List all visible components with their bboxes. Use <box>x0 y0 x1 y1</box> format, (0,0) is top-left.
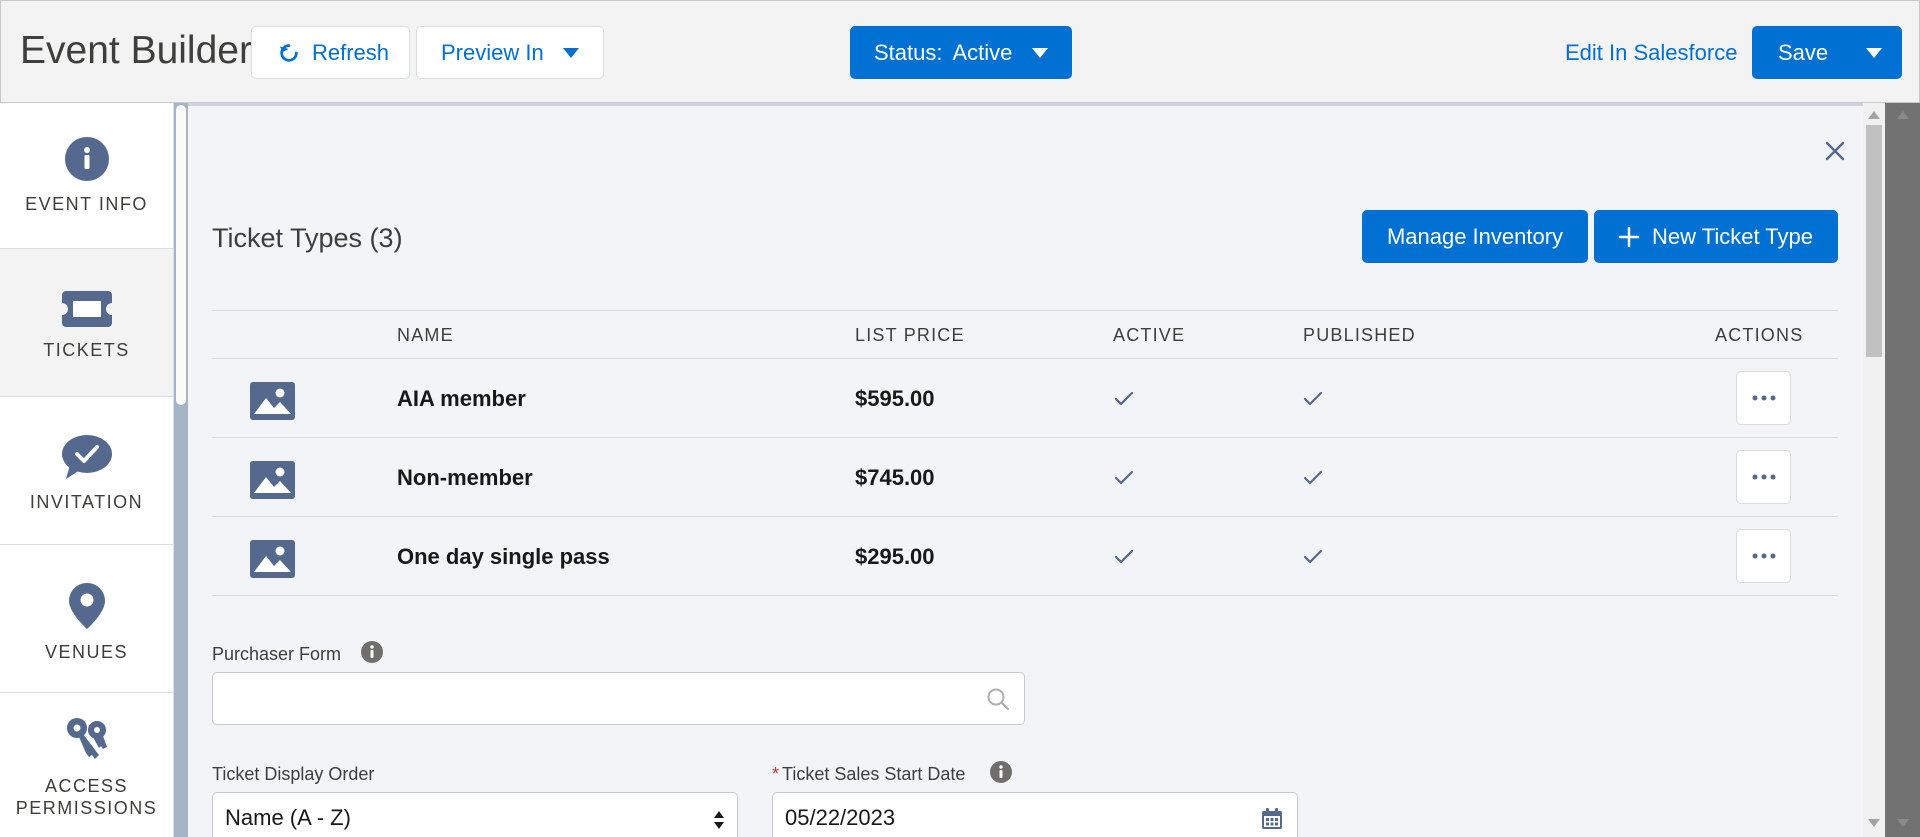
ticket-price: $295.00 <box>855 544 935 569</box>
keys-icon <box>66 718 107 759</box>
sidebar-item-label: EVENT INFO <box>25 194 148 214</box>
check-icon <box>1303 470 1323 485</box>
check-icon <box>1303 549 1323 564</box>
table-row: One day single pass $295.00 <box>212 517 1838 596</box>
main-scrollbar[interactable] <box>1863 103 1885 837</box>
row-actions-button[interactable] <box>1736 529 1791 583</box>
column-header-published[interactable]: PUBLISHED <box>1303 325 1416 346</box>
image-icon <box>250 461 295 499</box>
refresh-icon <box>279 43 298 62</box>
sidebar-item-tickets[interactable]: TICKETS <box>0 249 173 397</box>
purchaser-form-input[interactable] <box>212 672 1025 725</box>
ticket-display-order-label: Ticket Display Order <box>212 764 375 784</box>
ticket-sales-start-date-input[interactable]: 05/22/2023 <box>772 792 1298 837</box>
status-button[interactable]: Status: Active <box>850 26 1072 79</box>
plus-icon <box>1618 226 1640 247</box>
scroll-up-arrow-icon[interactable] <box>1897 111 1909 119</box>
scroll-down-arrow-icon[interactable] <box>1897 819 1909 827</box>
purchaser-form-label: Purchaser Form <box>212 644 342 664</box>
column-header-name[interactable]: NAME <box>397 325 454 346</box>
table-row: Non-member $745.00 <box>212 438 1838 517</box>
app-title: Event Builder <box>20 29 252 72</box>
ticket-sales-start-date-label: * Ticket Sales Start Date <box>772 764 965 785</box>
column-header-actions: ACTIONS <box>1715 325 1804 345</box>
chevron-down-icon <box>563 48 579 58</box>
section-title: Ticket Types (3) <box>212 223 403 253</box>
scrollbar-thumb[interactable] <box>176 105 186 405</box>
check-icon <box>1114 470 1134 485</box>
scrollbar-thumb[interactable] <box>1866 125 1882 357</box>
chevron-down-icon[interactable] <box>1866 48 1882 58</box>
column-header-list-price[interactable]: LIST PRICE <box>855 325 965 346</box>
ticket-types-table: NAME LIST PRICE ACTIVE PUBLISHED ACTIONS… <box>212 310 1838 596</box>
sort-arrows-icon <box>714 811 724 829</box>
info-icon[interactable] <box>361 641 383 663</box>
column-header-active[interactable]: ACTIVE <box>1113 325 1185 346</box>
image-icon <box>250 540 295 578</box>
info-icon <box>64 137 109 181</box>
scroll-down-arrow-icon[interactable] <box>1868 819 1880 827</box>
status-value: Active <box>952 39 1013 65</box>
edit-in-salesforce-link[interactable]: Edit In Salesforce <box>1565 40 1737 66</box>
ticket-name[interactable]: Non-member <box>397 465 533 491</box>
close-icon[interactable] <box>1820 136 1850 166</box>
scroll-up-arrow-icon[interactable] <box>1868 111 1880 119</box>
sidebar-scrollbar[interactable] <box>174 103 188 837</box>
ticket-price: $595.00 <box>855 386 935 411</box>
more-icon <box>1752 395 1775 401</box>
row-actions-button[interactable] <box>1736 371 1791 425</box>
check-icon <box>1114 549 1134 564</box>
refresh-button[interactable]: Refresh <box>251 26 410 79</box>
table-header: NAME LIST PRICE ACTIVE PUBLISHED ACTIONS <box>212 310 1838 359</box>
page-scrollbar[interactable] <box>1885 103 1920 837</box>
save-button[interactable]: Save <box>1752 26 1902 79</box>
ticket-price: $745.00 <box>855 465 935 490</box>
app-header: Event Builder Refresh Preview In Status:… <box>0 0 1920 103</box>
new-ticket-type-button[interactable]: New Ticket Type <box>1594 210 1838 263</box>
chevron-down-icon <box>1032 48 1048 58</box>
ticket-sales-start-date-value: 05/22/2023 <box>785 805 896 830</box>
calendar-icon[interactable] <box>1261 808 1283 830</box>
sidebar-nav: EVENT INFO TICKETS INVITATION VENUES ACC… <box>0 103 174 837</box>
chat-check-icon <box>61 435 112 479</box>
required-marker: * <box>772 764 780 784</box>
ticket-display-order-select[interactable]: Name (A - Z) <box>212 792 738 837</box>
sidebar-item-label: TICKETS <box>43 340 130 360</box>
ticket-sales-start-date-label-text: Ticket Sales Start Date <box>782 764 966 784</box>
location-pin-icon <box>68 583 105 629</box>
ticket-display-order-value: Name (A - Z) <box>225 805 351 830</box>
ticket-name[interactable]: One day single pass <box>397 544 610 570</box>
ticket-icon <box>61 291 112 327</box>
sidebar-item-label: INVITATION <box>29 492 144 512</box>
sidebar-item-access-permissions[interactable]: ACCESS PERMISSIONS <box>0 693 173 837</box>
refresh-label: Refresh <box>312 39 390 65</box>
check-icon <box>1114 391 1134 406</box>
image-icon <box>250 382 295 420</box>
preview-label: Preview In <box>441 39 544 65</box>
status-label: Status: <box>874 39 943 65</box>
search-icon <box>987 688 1010 711</box>
sidebar-item-event-info[interactable]: EVENT INFO <box>0 103 173 249</box>
more-icon <box>1752 474 1775 480</box>
sidebar-item-invitation[interactable]: INVITATION <box>0 397 173 545</box>
save-label: Save <box>1778 39 1829 65</box>
check-icon <box>1303 391 1323 406</box>
main-panel: Ticket Types (3) Manage Inventory New Ti… <box>188 103 1863 837</box>
manage-inventory-button[interactable]: Manage Inventory <box>1362 210 1588 263</box>
new-ticket-type-label: New Ticket Type <box>1652 223 1813 249</box>
sidebar-item-label: ACCESS PERMISSIONS <box>15 776 158 818</box>
ticket-name[interactable]: AIA member <box>397 386 526 412</box>
info-icon[interactable] <box>990 761 1012 783</box>
table-row: AIA member $595.00 <box>212 359 1838 438</box>
sidebar-item-venues[interactable]: VENUES <box>0 545 173 693</box>
row-actions-button[interactable] <box>1736 450 1791 504</box>
more-icon <box>1752 553 1775 559</box>
sidebar-item-label: VENUES <box>44 642 129 662</box>
preview-in-button[interactable]: Preview In <box>416 26 604 79</box>
